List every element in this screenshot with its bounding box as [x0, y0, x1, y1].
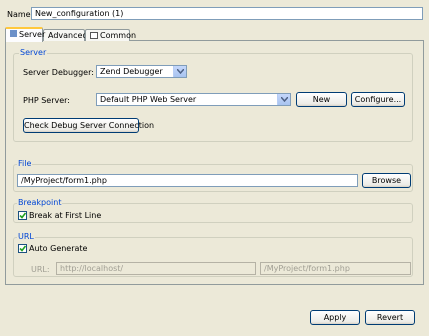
checkmark-icon: [19, 245, 26, 252]
tab-server-label: Server: [19, 30, 46, 39]
php-server-value: Default PHP Web Server: [100, 95, 197, 104]
tab-server[interactable]: Server: [5, 27, 46, 42]
tab-common[interactable]: Common: [85, 29, 136, 41]
file-group-title: File: [17, 159, 33, 169]
auto-generate-label: Auto Generate: [29, 244, 88, 253]
check-debug-connection-button[interactable]: Check Debug Server Connection: [23, 118, 154, 133]
breakpoint-group-title: Breakpoint: [17, 198, 63, 208]
php-server-label: PHP Server:: [23, 96, 70, 105]
common-tab-icon: [90, 32, 98, 39]
revert-button[interactable]: Revert: [365, 310, 415, 325]
break-first-line-checkbox[interactable]: [18, 211, 27, 220]
server-group-title: Server: [19, 48, 48, 58]
name-label: Name:: [7, 10, 34, 19]
php-server-select[interactable]: Default PHP Web Server: [96, 93, 291, 106]
tab-common-label: Common: [100, 31, 137, 40]
url-group-title: URL: [17, 232, 35, 242]
chevron-down-icon[interactable]: [173, 66, 186, 77]
server-debugger-select[interactable]: Zend Debugger: [96, 65, 187, 78]
url-path-field: /MyProject/form1.php: [260, 262, 411, 275]
url-base-field: http://localhost/: [56, 262, 256, 275]
checkmark-icon: [19, 212, 26, 219]
server-debugger-label: Server Debugger:: [23, 68, 94, 77]
chevron-down-icon[interactable]: [277, 94, 290, 105]
server-tab-icon: [10, 30, 17, 37]
tab-advanced[interactable]: Advanced: [43, 29, 88, 41]
browse-button[interactable]: Browse: [362, 173, 411, 188]
tab-advanced-label: Advanced: [48, 31, 88, 40]
apply-button[interactable]: Apply: [310, 310, 360, 325]
new-server-button[interactable]: New: [296, 92, 347, 107]
auto-generate-checkbox[interactable]: [18, 244, 27, 253]
file-path-field[interactable]: /MyProject/form1.php: [17, 174, 358, 187]
url-label: URL:: [31, 265, 50, 274]
server-debugger-value: Zend Debugger: [100, 67, 163, 76]
name-field[interactable]: New_configuration (1): [31, 7, 423, 20]
break-first-line-label: Break at First Line: [29, 211, 102, 220]
configure-server-button[interactable]: Configure...: [351, 92, 405, 107]
